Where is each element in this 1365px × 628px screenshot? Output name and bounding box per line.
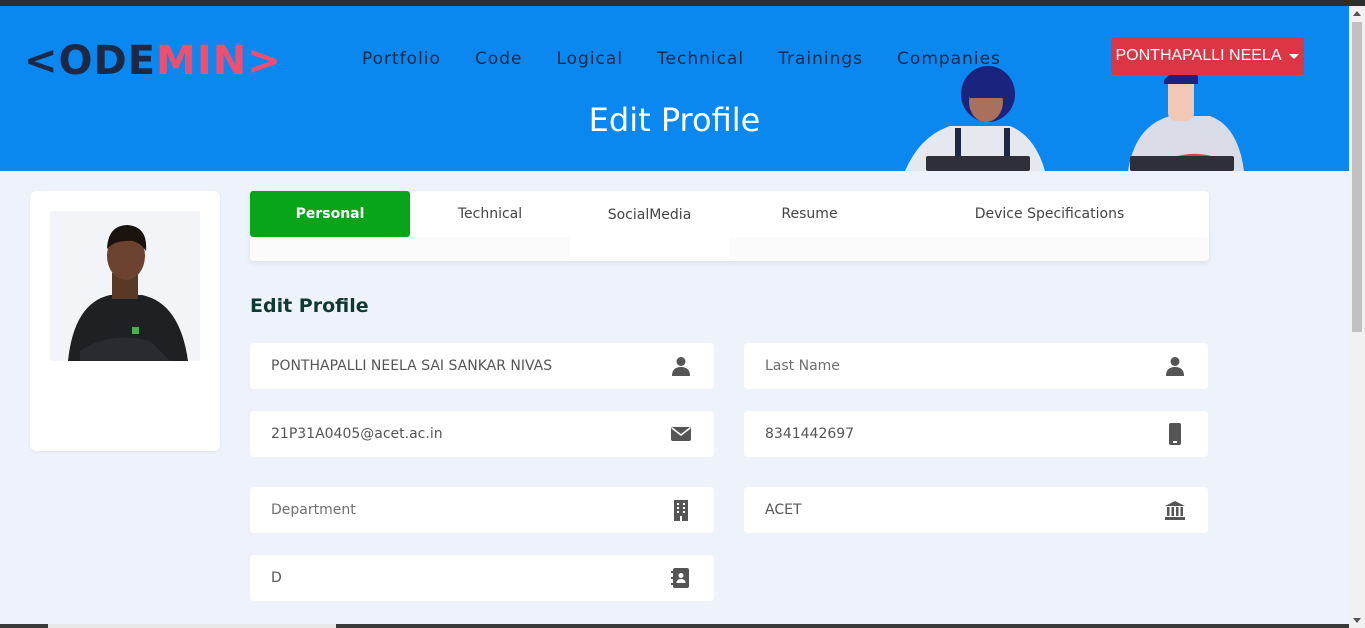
- last-name-input[interactable]: [765, 358, 1145, 374]
- tab-device-specifications[interactable]: Device Specifications: [890, 191, 1209, 237]
- college-input[interactable]: [765, 502, 1145, 518]
- caret-down-icon: [1289, 53, 1300, 59]
- section-input[interactable]: [271, 570, 651, 586]
- profile-photo: [50, 211, 200, 361]
- taskbar-segment: [48, 624, 336, 628]
- brand-logo[interactable]: <ODEMIN>: [24, 38, 282, 84]
- first-name-input[interactable]: [271, 358, 651, 374]
- section-title: Edit Profile: [250, 295, 369, 317]
- tabs-bottom-strip: [250, 237, 1209, 261]
- vertical-scrollbar[interactable]: [1349, 6, 1365, 628]
- profile-photo-figure: [50, 211, 200, 361]
- profile-card: [30, 191, 220, 451]
- nav-code[interactable]: Code: [475, 49, 523, 69]
- building-icon: [674, 500, 688, 521]
- logo-part-accent: MIN>: [156, 38, 282, 84]
- scroll-up-arrow-icon[interactable]: [1353, 11, 1361, 16]
- email-input[interactable]: [271, 426, 651, 442]
- nav-logical[interactable]: Logical: [556, 49, 623, 69]
- tab-social-media[interactable]: Social Media: [570, 191, 729, 257]
- department-field: [250, 487, 714, 533]
- taskbar-strip: [0, 624, 1349, 628]
- tab-personal[interactable]: Personal: [250, 191, 410, 237]
- hero-banner: <ODEMIN> Portfolio Code Logical Technica…: [0, 6, 1349, 171]
- user-menu-button[interactable]: PONTHAPALLI NEELA: [1111, 37, 1304, 75]
- tab-social-label-1: Social: [607, 207, 650, 223]
- user-name-label: PONTHAPALLI NEELA: [1115, 47, 1282, 64]
- phone-field: [744, 411, 1208, 457]
- section-field: [250, 555, 714, 601]
- last-name-field: [744, 343, 1208, 389]
- tab-technical[interactable]: Technical: [410, 191, 570, 237]
- bank-icon: [1165, 501, 1185, 520]
- profile-tabs: Personal Technical Social Media Resume D…: [250, 191, 1209, 261]
- nav-trainings[interactable]: Trainings: [778, 49, 863, 69]
- tab-resume[interactable]: Resume: [730, 191, 889, 237]
- nav-technical[interactable]: Technical: [657, 49, 744, 69]
- scroll-down-arrow-icon[interactable]: [1353, 618, 1361, 623]
- phone-input[interactable]: [765, 426, 1145, 442]
- department-input[interactable]: [271, 502, 651, 518]
- mobile-icon: [1169, 423, 1181, 445]
- address-book-icon: [671, 568, 689, 588]
- nav-portfolio[interactable]: Portfolio: [362, 49, 441, 69]
- envelope-icon: [671, 427, 691, 441]
- user-icon: [672, 357, 690, 376]
- tab-social-label-2: Media: [649, 207, 692, 223]
- scrollbar-thumb[interactable]: [1352, 22, 1362, 332]
- first-name-field: [250, 343, 714, 389]
- user-icon: [1166, 357, 1184, 376]
- email-field: [250, 411, 714, 457]
- page-title: Edit Profile: [588, 101, 761, 139]
- logo-part-dark: <ODE: [24, 38, 157, 84]
- college-field: [744, 487, 1208, 533]
